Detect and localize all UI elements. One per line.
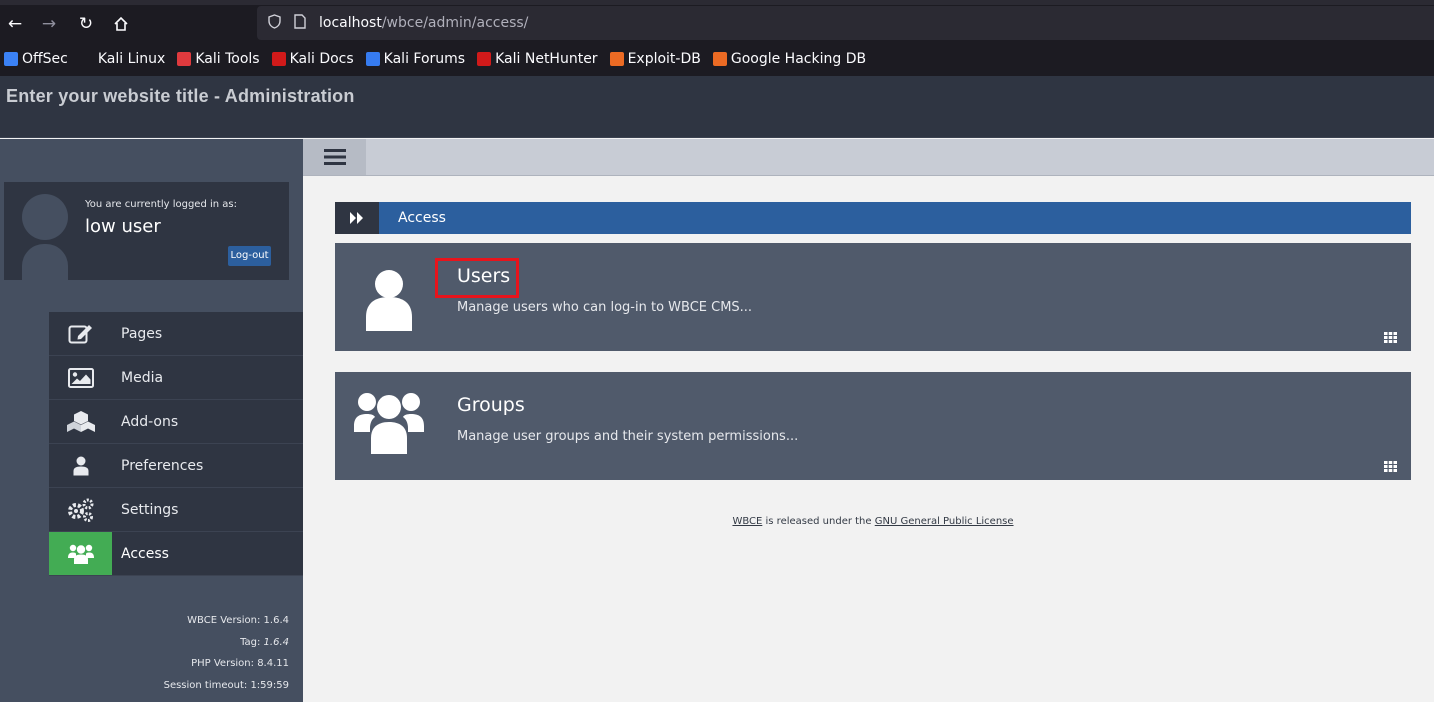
sidebar-item-label: Access <box>121 545 169 562</box>
username: low user <box>85 216 161 237</box>
bookmark-favicon-icon <box>712 52 727 66</box>
tag-label: Tag: <box>240 636 264 648</box>
sidebar-item-label: Media <box>121 369 164 386</box>
back-arrow-icon[interactable]: ← <box>3 12 27 36</box>
sidebar-item-pages[interactable]: Pages <box>49 312 303 356</box>
tag-line: Tag: 1.6.4 <box>164 632 289 654</box>
tag-value: 1.6.4 <box>263 636 289 648</box>
groups-card[interactable]: Groups Manage user groups and their syst… <box>335 372 1411 480</box>
bookmark-item[interactable]: Kali Tools <box>177 51 260 67</box>
sidebar-item-label: Preferences <box>121 457 204 474</box>
user-panel: You are currently logged in as: low user… <box>4 182 289 280</box>
users-card[interactable]: Users Manage users who can log-in to WBC… <box>335 243 1411 351</box>
gears-icon <box>49 488 112 531</box>
page-icon[interactable] <box>291 14 309 32</box>
bookmark-favicon-icon <box>365 52 380 66</box>
double-chevron-icon <box>335 202 379 234</box>
sidebar: You are currently logged in as: low user… <box>0 139 303 702</box>
bookmark-item[interactable]: Google Hacking DB <box>712 51 867 67</box>
sidebar-item-label: Pages <box>121 325 163 342</box>
version-info: WBCE Version: 1.6.4 Tag: 1.6.4 PHP Versi… <box>164 610 289 696</box>
user-icon <box>49 444 112 487</box>
cubes-icon <box>49 400 112 443</box>
wbce-link[interactable]: WBCE <box>732 516 762 527</box>
browser-toolbar: ← → ↻ localhost/wbce/admin/access/ OffSe… <box>0 0 1434 76</box>
sidebar-item-access[interactable]: Access <box>49 532 303 576</box>
image-icon <box>49 356 112 399</box>
url-text[interactable]: localhost/wbce/admin/access/ <box>319 14 528 32</box>
sidebar-item-media[interactable]: Media <box>49 356 303 400</box>
bookmark-label: Kali Docs <box>289 51 354 67</box>
sidebar-item-label: Settings <box>121 501 179 518</box>
card-title[interactable]: Users <box>457 265 510 287</box>
sidebar-item-label: Add-ons <box>121 413 179 430</box>
bookmark-label: Kali Tools <box>195 51 260 67</box>
bookmarks-bar: OffSec Kali Linux Kali Tools Kali Docs Kali … <box>0 46 874 72</box>
main-menu: Pages Media Add-ons Preferences Settings <box>49 312 303 576</box>
forward-arrow-icon[interactable]: → <box>37 12 61 36</box>
edit-icon <box>49 312 112 355</box>
card-title[interactable]: Groups <box>457 394 525 416</box>
avatar <box>22 194 68 240</box>
bookmark-item[interactable]: Kali Linux <box>79 51 166 67</box>
tab-strip <box>0 0 1434 5</box>
url-path: /wbce/admin/access/ <box>381 15 529 31</box>
bookmark-label: Kali NetHunter <box>495 51 598 67</box>
grid-icon[interactable] <box>1384 457 1397 472</box>
avatar-body <box>22 244 68 280</box>
sidebar-item-preferences[interactable]: Preferences <box>49 444 303 488</box>
users-icon <box>353 386 425 458</box>
logout-button[interactable]: Log-out <box>228 246 271 266</box>
footer-text: is released under the <box>762 516 875 527</box>
shield-icon[interactable] <box>265 14 283 32</box>
license-link[interactable]: GNU General Public License <box>875 516 1014 527</box>
breadcrumb-label: Access <box>398 210 446 226</box>
app-header: Enter your website title - Administratio… <box>0 76 1434 138</box>
url-host: localhost <box>319 15 382 31</box>
card-description: Manage user groups and their system perm… <box>457 429 799 444</box>
bookmark-favicon-icon <box>477 52 492 66</box>
breadcrumb: Access <box>335 202 1411 234</box>
bookmark-label: Kali Linux <box>97 51 166 67</box>
logged-in-label: You are currently logged in as: <box>85 199 237 210</box>
content-toolbar <box>303 139 1434 176</box>
bookmark-label: Google Hacking DB <box>730 51 867 67</box>
address-bar[interactable]: localhost/wbce/admin/access/ <box>257 6 1434 40</box>
grid-icon[interactable] <box>1384 328 1397 343</box>
users-icon <box>49 532 112 575</box>
bookmark-label: OffSec <box>22 51 68 67</box>
bookmark-favicon-icon <box>271 52 286 66</box>
bookmark-item[interactable]: Kali NetHunter <box>477 51 598 67</box>
php-version: PHP Version: 8.4.11 <box>191 658 289 669</box>
card-description: Manage users who can log-in to WBCE CMS.… <box>457 300 753 315</box>
bookmark-favicon-icon <box>177 52 192 66</box>
wbce-version: WBCE Version: 1.6.4 <box>187 615 289 626</box>
bookmark-label: Exploit-DB <box>627 51 701 67</box>
bookmark-favicon-icon <box>609 52 624 66</box>
session-timeout: Session timeout: 1:59:59 <box>163 679 289 691</box>
sidebar-item-addons[interactable]: Add-ons <box>49 400 303 444</box>
sidebar-item-settings[interactable]: Settings <box>49 488 303 532</box>
footer: WBCE is released under the GNU General P… <box>303 516 1434 527</box>
reload-icon[interactable]: ↻ <box>74 12 98 36</box>
home-icon[interactable] <box>109 12 133 36</box>
bookmark-item[interactable]: Exploit-DB <box>609 51 701 67</box>
bookmark-label: Kali Forums <box>383 51 466 67</box>
bookmark-favicon-icon <box>79 52 94 66</box>
bookmark-item[interactable]: Kali Forums <box>365 51 466 67</box>
bookmark-favicon-icon <box>4 52 18 66</box>
bookmark-item[interactable]: OffSec <box>4 51 68 67</box>
hamburger-menu-icon[interactable] <box>303 139 366 175</box>
page-title: Enter your website title - Administratio… <box>6 86 355 106</box>
user-icon <box>353 261 425 336</box>
bookmark-item[interactable]: Kali Docs <box>271 51 354 67</box>
